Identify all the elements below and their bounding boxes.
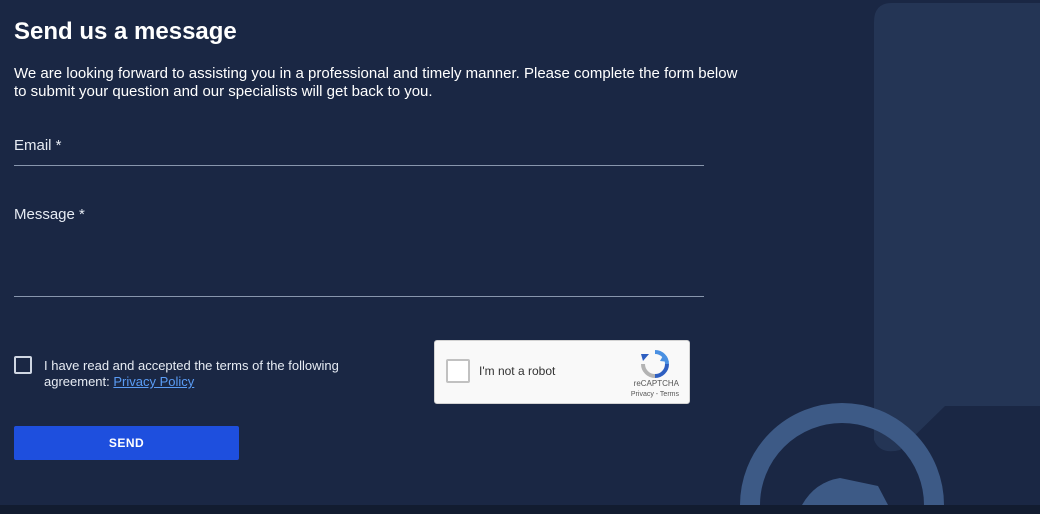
recaptcha-brand: reCAPTCHA	[633, 379, 679, 388]
message-field[interactable]: Message *	[14, 205, 704, 297]
contact-page: Send us a message We are looking forward…	[0, 0, 1040, 505]
footer-strip	[0, 505, 1040, 514]
page-title: Send us a message	[14, 18, 237, 45]
privacy-policy-link[interactable]: Privacy Policy	[113, 374, 194, 389]
terms-checkbox[interactable]	[14, 356, 32, 374]
recaptcha-links[interactable]: Privacy - Terms	[631, 391, 679, 398]
intro-text: We are looking forward to assisting you …	[14, 65, 738, 100]
email-label: Email *	[14, 137, 62, 154]
recaptcha-label: I'm not a robot	[479, 364, 556, 378]
recaptcha-widget: I'm not a robot reCAPTCHA Privacy - Term…	[434, 340, 690, 404]
recaptcha-checkbox[interactable]	[446, 359, 470, 383]
send-button[interactable]: SEND	[14, 426, 239, 460]
email-field[interactable]: Email *	[14, 136, 704, 166]
message-label: Message *	[14, 206, 85, 223]
terms-text: I have read and accepted the terms of th…	[44, 358, 404, 390]
chat-bubble-illustration	[740, 3, 1040, 505]
recaptcha-logo-icon	[641, 350, 669, 378]
